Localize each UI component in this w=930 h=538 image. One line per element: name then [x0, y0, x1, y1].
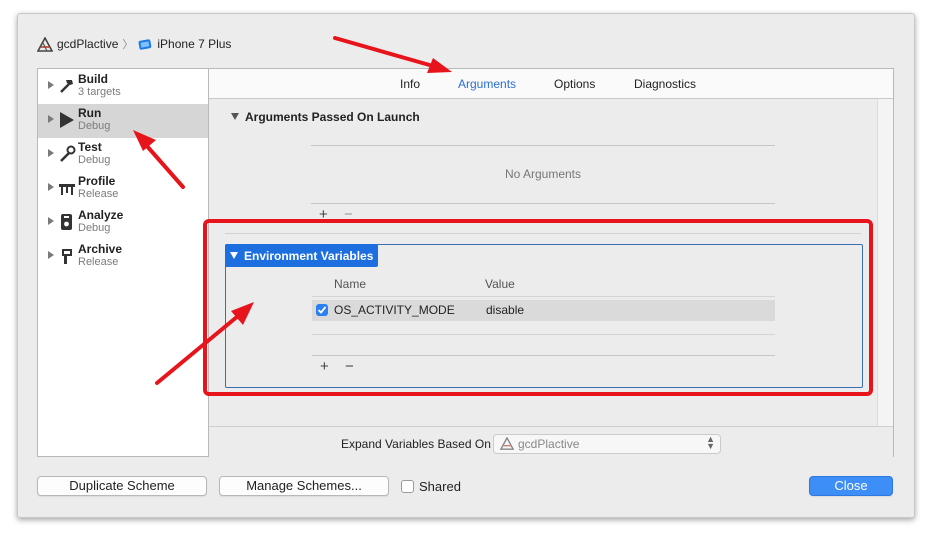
tab-diagnostics[interactable]: Diagnostics — [634, 77, 696, 91]
expand-variables-popup[interactable]: gcdPlactive ▲ ▼ — [493, 434, 721, 454]
annotation-highlight-box — [203, 219, 873, 396]
disclosure-triangle-icon[interactable] — [48, 81, 54, 89]
sidebar-item-subtitle: Release — [78, 256, 119, 268]
wrench-icon — [58, 145, 76, 163]
sidebar-item-name: Profile — [78, 174, 116, 188]
xcode-project-icon — [37, 36, 53, 52]
expand-variables-bar: Expand Variables Based On gcdPlactive ▲ ▼ — [209, 426, 893, 457]
sidebar-item-test[interactable]: Test Debug — [38, 138, 209, 172]
breadcrumb-project[interactable]: gcdPlactive — [57, 37, 118, 51]
breadcrumb-device[interactable]: iPhone 7 Plus — [157, 37, 231, 51]
breadcrumb: gcdPlactive 〉 iPhone 7 Plus — [37, 36, 231, 52]
sidebar-item-name: Run — [78, 106, 102, 120]
divider — [311, 203, 775, 204]
sidebar-item-subtitle: Release — [78, 188, 119, 200]
shared-checkbox[interactable] — [401, 480, 414, 493]
scrollbar[interactable] — [877, 99, 893, 426]
divider — [311, 145, 775, 146]
sidebar-item-name: Test — [78, 140, 102, 154]
expand-variables-value: gcdPlactive — [518, 437, 580, 451]
sidebar-item-run[interactable]: Run Debug — [38, 104, 209, 138]
hammer-icon — [58, 77, 76, 95]
sidebar-item-analyze[interactable]: Analyze Debug — [38, 206, 209, 240]
disclosure-triangle-icon[interactable] — [48, 115, 54, 123]
tab-options[interactable]: Options — [554, 77, 595, 91]
manage-schemes-button[interactable]: Manage Schemes... — [219, 476, 389, 496]
tab-arguments[interactable]: Arguments — [458, 77, 516, 91]
popup-chevron-icon: ▲ ▼ — [706, 434, 715, 451]
sidebar-item-name: Analyze — [78, 208, 124, 222]
duplicate-scheme-button[interactable]: Duplicate Scheme — [37, 476, 207, 496]
close-button[interactable]: Close — [809, 476, 893, 496]
disclosure-triangle-icon[interactable] — [48, 183, 54, 191]
analyze-icon — [58, 213, 76, 231]
sidebar-item-profile[interactable]: Profile Release — [38, 172, 209, 206]
no-arguments-text: No Arguments — [504, 167, 582, 181]
sidebar-item-name: Build — [78, 72, 108, 86]
disclosure-triangle-icon[interactable] — [48, 251, 54, 259]
play-icon — [58, 111, 76, 129]
sidebar-item-build[interactable]: Build 3 targets — [38, 70, 209, 104]
tab-info[interactable]: Info — [400, 77, 420, 91]
scheme-action-list: Build 3 targets Run Debug Test Debug Pro… — [37, 68, 209, 457]
collapse-triangle-icon[interactable] — [231, 113, 239, 120]
expand-variables-label: Expand Variables Based On — [341, 437, 491, 451]
sidebar-item-archive[interactable]: Archive Release — [38, 240, 209, 274]
sidebar-item-subtitle: 3 targets — [78, 86, 121, 98]
sidebar-item-subtitle: Debug — [78, 222, 111, 234]
sidebar-item-name: Archive — [78, 242, 123, 256]
disclosure-triangle-icon[interactable] — [48, 149, 54, 157]
sidebar-item-subtitle: Debug — [78, 120, 111, 132]
xcode-project-icon — [499, 436, 515, 453]
shared-label: Shared — [419, 479, 461, 494]
disclosure-triangle-icon[interactable] — [48, 217, 54, 225]
instruments-icon — [58, 179, 76, 197]
breadcrumb-separator-icon: 〉 — [122, 39, 134, 51]
tab-bar: Info Arguments Options Diagnostics — [209, 69, 893, 99]
arguments-section-title[interactable]: Arguments Passed On Launch — [245, 110, 420, 124]
sidebar-item-subtitle: Debug — [78, 154, 111, 166]
device-icon — [138, 38, 153, 51]
archive-icon — [58, 247, 76, 265]
